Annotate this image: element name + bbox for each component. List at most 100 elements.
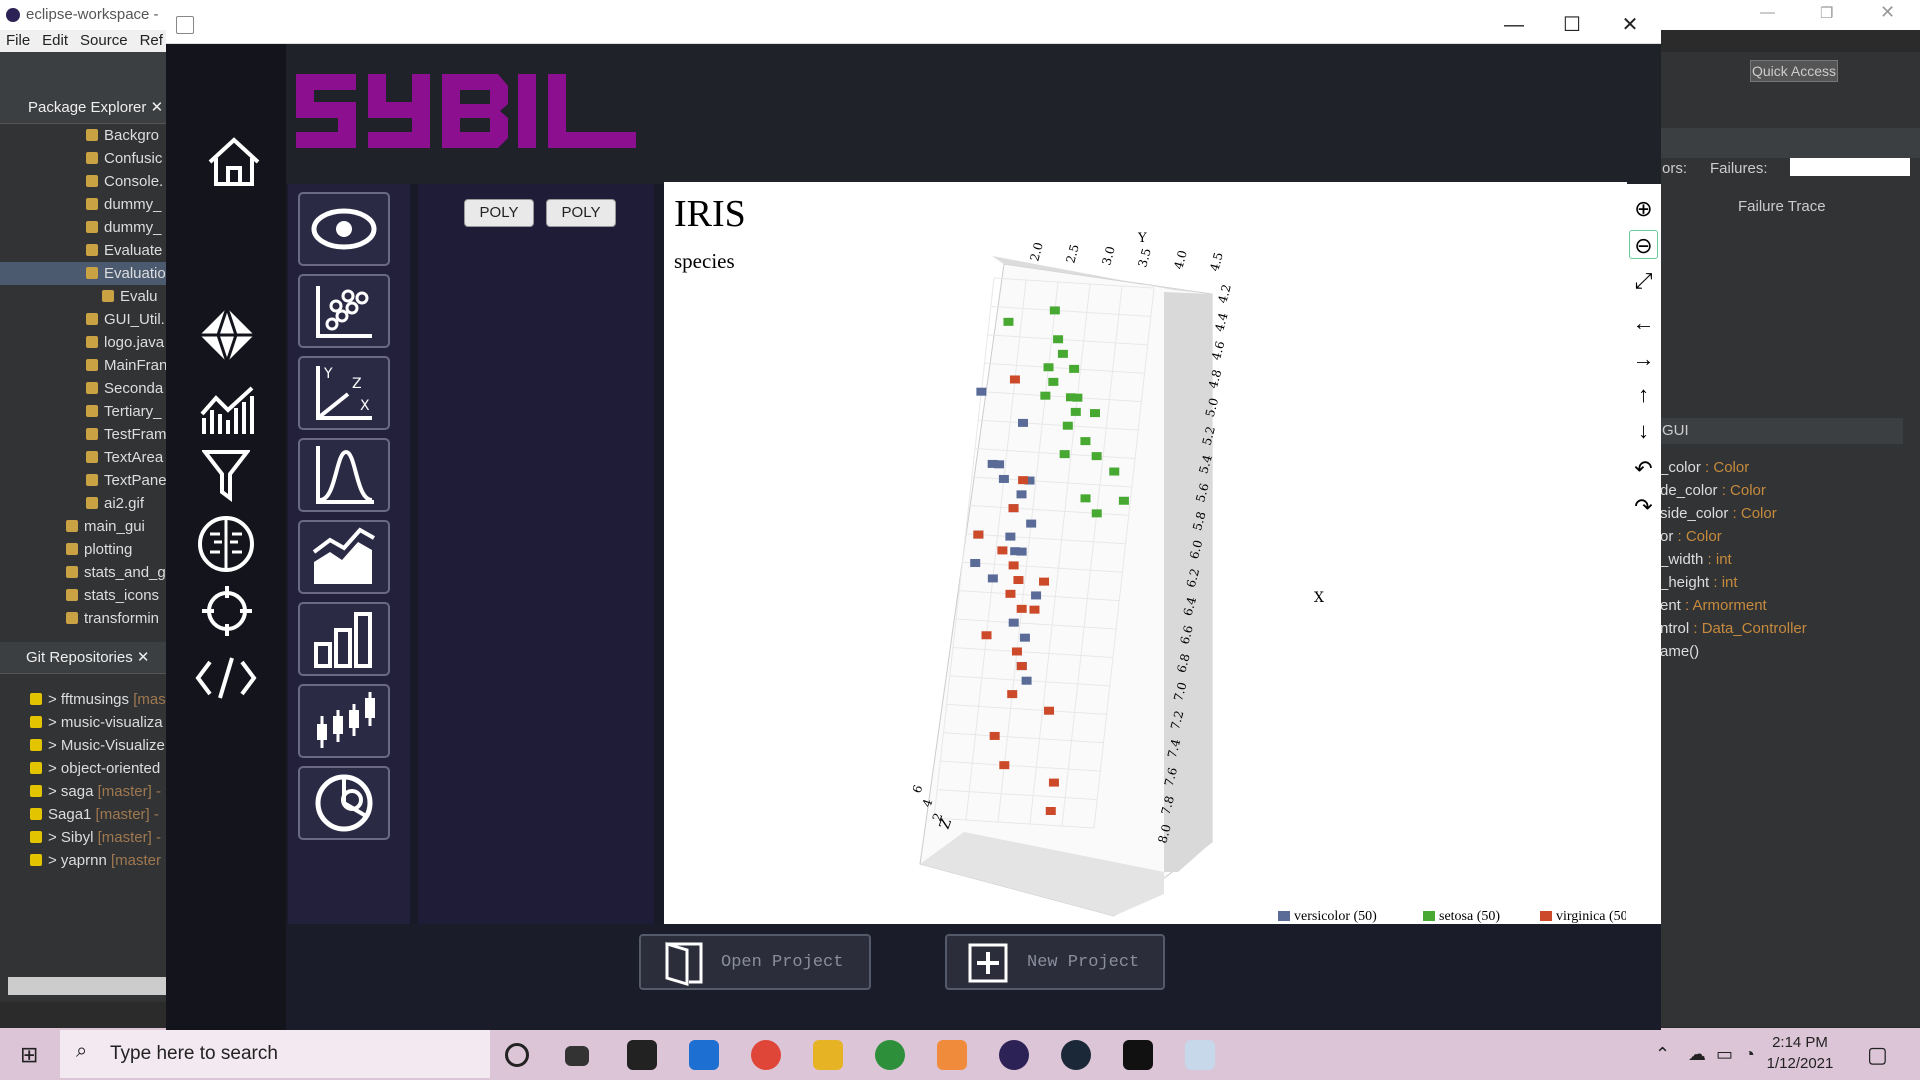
discord-icon[interactable]: [937, 1040, 967, 1070]
open-project-button[interactable]: Open Project: [639, 934, 871, 990]
pie-chart-button[interactable]: [298, 766, 390, 840]
git-repo-item[interactable]: > saga [master] -: [0, 780, 170, 803]
git-repo-item[interactable]: > Sibyl [master] -: [0, 826, 170, 849]
chrome-profile-icon[interactable]: [875, 1040, 905, 1070]
scatter-plot-button[interactable]: [298, 274, 390, 348]
distribution-plot-button[interactable]: [298, 438, 390, 512]
outline-item[interactable]: _width : int: [1658, 548, 1903, 571]
eclipse-taskbar-icon[interactable]: [999, 1040, 1029, 1070]
package-tree-item[interactable]: logo.java: [0, 331, 170, 354]
package-tree-item[interactable]: Evaluate: [0, 239, 170, 262]
package-tree-item[interactable]: GUI_Util.: [0, 308, 170, 331]
horizontal-scrollbar[interactable]: [8, 977, 166, 995]
package-tree-item[interactable]: stats_and_g: [0, 561, 170, 584]
package-tree-item[interactable]: TextPane: [0, 469, 170, 492]
package-tree-item[interactable]: Console.: [0, 170, 170, 193]
home-icon[interactable]: [206, 136, 262, 188]
package-tree-item[interactable]: TextArea: [0, 446, 170, 469]
app-maximize-button[interactable]: ☐: [1543, 6, 1601, 44]
taskbar-clock[interactable]: 2:14 PM 1/12/2021: [1760, 1034, 1840, 1072]
battery-icon[interactable]: ▭: [1716, 1044, 1733, 1065]
outline-item[interactable]: de_color : Color: [1658, 479, 1903, 502]
zoom-out-icon[interactable]: ⊖: [1629, 230, 1658, 259]
eclipse-minimize-button[interactable]: —: [1760, 4, 1775, 21]
package-tree-item[interactable]: ai2.gif: [0, 492, 170, 515]
settings-icon[interactable]: [1123, 1040, 1153, 1070]
3d-plot-button[interactable]: Y ZX: [298, 356, 390, 430]
new-project-button[interactable]: New Project: [945, 934, 1165, 990]
package-tree-item[interactable]: Tertiary_: [0, 400, 170, 423]
candlestick-chart-button[interactable]: [298, 684, 390, 758]
taskbar-search-box[interactable]: ⌕ Type here to search: [60, 1030, 490, 1078]
git-repo-item[interactable]: > Music-Visualize: [0, 734, 170, 757]
pan-up-icon[interactable]: ↑: [1629, 380, 1658, 409]
windows-start-icon[interactable]: ⊞: [20, 1042, 38, 1068]
steam-icon[interactable]: [1061, 1040, 1091, 1070]
pan-right-icon[interactable]: →: [1629, 344, 1658, 373]
package-explorer-tab[interactable]: Package Explorer ✕: [0, 92, 170, 124]
menu-file[interactable]: File: [6, 32, 30, 49]
fit-to-view-icon[interactable]: ⤢: [1629, 266, 1658, 295]
git-repo-item[interactable]: Saga1 [master] -: [0, 803, 170, 826]
menu-source[interactable]: Source: [80, 32, 128, 49]
diamond-shape-icon[interactable]: [198, 306, 256, 364]
code-icon[interactable]: [194, 656, 258, 700]
git-repo-item[interactable]: > object-oriented: [0, 757, 170, 780]
package-tree-item[interactable]: Backgro: [0, 124, 170, 147]
mail-icon[interactable]: [689, 1040, 719, 1070]
package-tree-item[interactable]: Evaluatio: [0, 262, 170, 285]
filter-icon[interactable]: [202, 448, 250, 502]
outline-item[interactable]: ntrol : Data_Controller: [1658, 617, 1903, 640]
wifi-icon[interactable]: ◔: [1744, 1044, 1755, 1065]
outline-item[interactable]: _color : Color: [1658, 456, 1903, 479]
package-tree-item[interactable]: transformin: [0, 607, 170, 630]
iris-3d-scatter-chart[interactable]: IRIS species Y X Z 2.0 2.5 3.0 3.5 4.0 4.5 4.…: [664, 182, 1627, 924]
outline-item[interactable]: _height : int: [1658, 571, 1903, 594]
file-explorer-icon[interactable]: [813, 1040, 843, 1070]
package-tree-item[interactable]: main_gui: [0, 515, 170, 538]
menu-refactor[interactable]: Ref: [140, 32, 163, 49]
package-tree-item[interactable]: Seconda: [0, 377, 170, 400]
close-icon[interactable]: ✕: [151, 99, 164, 116]
package-tree-item[interactable]: plotting: [0, 538, 170, 561]
package-tree-item[interactable]: MainFran: [0, 354, 170, 377]
pan-left-icon[interactable]: ←: [1629, 308, 1658, 337]
poly-button-2[interactable]: POLY: [546, 199, 616, 227]
bar-chart-button[interactable]: [298, 602, 390, 676]
tray-chevron-icon[interactable]: ⌃: [1655, 1044, 1670, 1065]
package-tree-item[interactable]: dummy_: [0, 216, 170, 239]
notifications-icon[interactable]: ▢: [1867, 1042, 1888, 1068]
pan-down-icon[interactable]: ↓: [1629, 416, 1658, 445]
store-icon[interactable]: [627, 1040, 657, 1070]
close-icon[interactable]: ✕: [137, 649, 150, 666]
app-minimize-button[interactable]: —: [1485, 6, 1543, 44]
network-icon[interactable]: ☁: [1688, 1044, 1706, 1065]
chrome-icon[interactable]: [751, 1040, 781, 1070]
app-close-button[interactable]: ✕: [1601, 6, 1659, 44]
outline-item[interactable]: side_color : Color: [1658, 502, 1903, 525]
redo-icon[interactable]: ↷: [1629, 492, 1658, 521]
outline-item[interactable]: ame(): [1658, 640, 1903, 663]
brain-icon[interactable]: [196, 514, 256, 574]
package-tree-item[interactable]: dummy_: [0, 193, 170, 216]
cortana-icon[interactable]: [505, 1043, 529, 1067]
eclipse-close-button[interactable]: ✕: [1880, 2, 1895, 23]
quick-access-field[interactable]: Quick Access: [1750, 60, 1838, 82]
zoom-in-icon[interactable]: ⊕: [1629, 194, 1658, 223]
poly-button-1[interactable]: POLY: [464, 199, 534, 227]
outline-item[interactable]: ent : Armorment: [1658, 594, 1903, 617]
target-icon[interactable]: [200, 584, 254, 638]
git-repo-item[interactable]: > yaprnn [master: [0, 849, 170, 872]
git-repo-item[interactable]: > fftmusings [mas: [0, 688, 170, 711]
outline-item[interactable]: or : Color: [1658, 525, 1903, 548]
git-repositories-tab[interactable]: Git Repositories ✕: [0, 642, 170, 674]
package-tree-item[interactable]: TestFram: [0, 423, 170, 446]
package-tree-item[interactable]: Evalu: [0, 285, 170, 308]
orbit-view-button[interactable]: [298, 192, 390, 266]
java-taskbar-icon[interactable]: [1185, 1040, 1215, 1070]
package-tree-item[interactable]: Confusic: [0, 147, 170, 170]
area-chart-button[interactable]: [298, 520, 390, 594]
eclipse-maximize-button[interactable]: ❐: [1820, 4, 1833, 22]
menu-edit[interactable]: Edit: [42, 32, 68, 49]
git-repo-item[interactable]: > music-visualiza: [0, 711, 170, 734]
